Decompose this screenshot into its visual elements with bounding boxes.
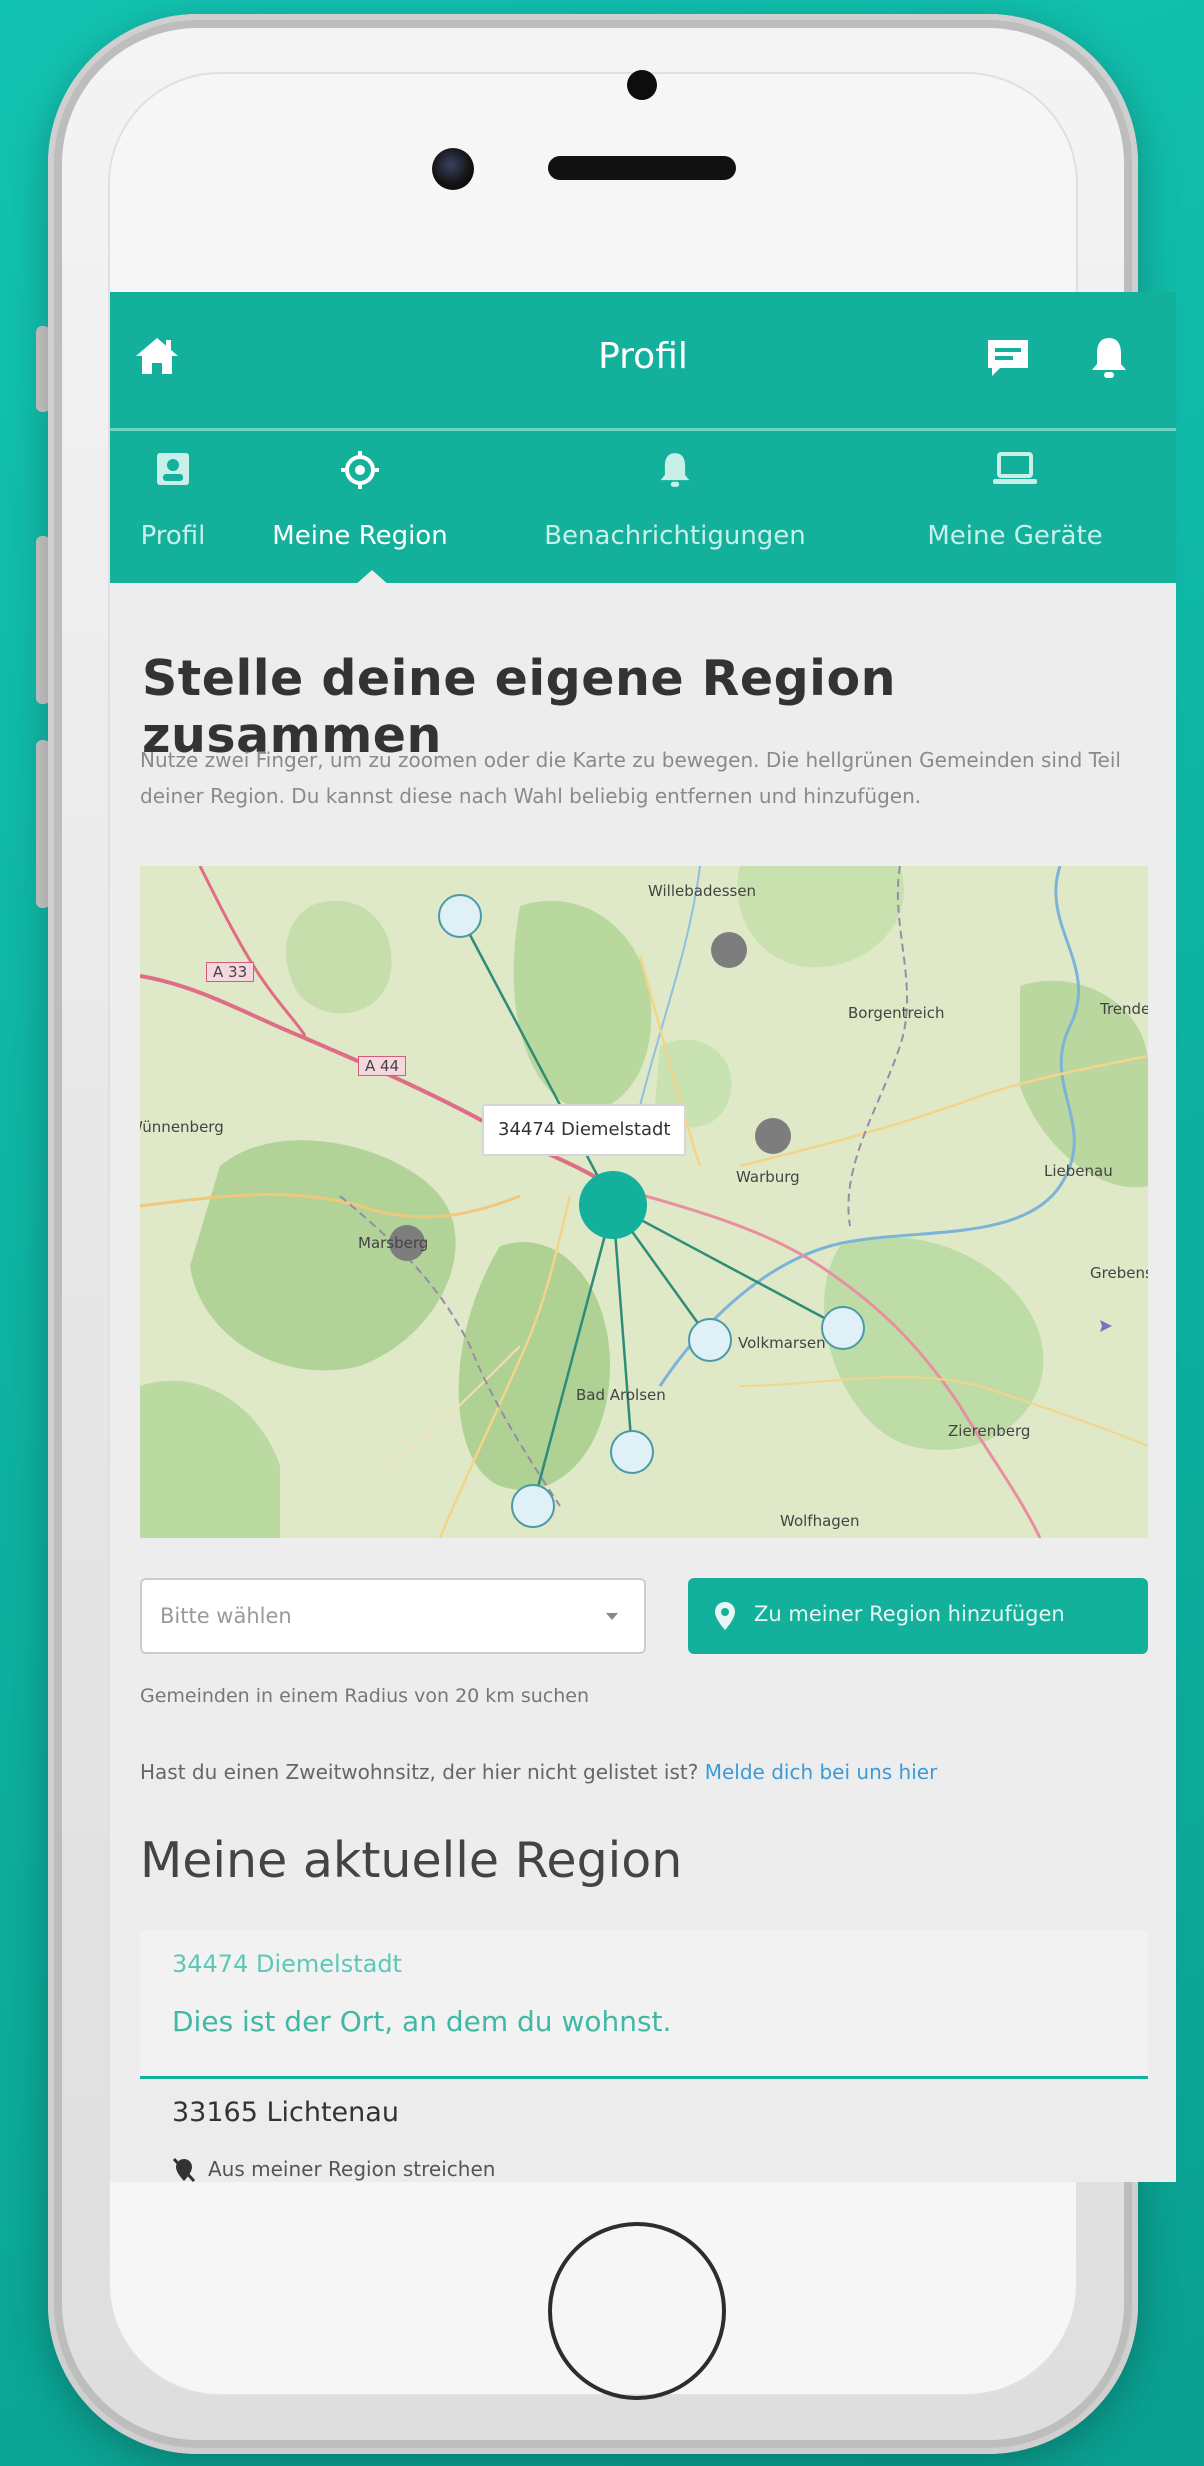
tab-meine-region-label: Meine Region [272,521,448,551]
second-home-text: Hast du einen Zweitwohnsitz, der hier ni… [140,1760,699,1784]
remove-label: Aus meiner Region streichen [208,2157,496,2181]
home-note: Dies ist der Ort, an dem du wohnst. [172,2005,672,2038]
home-button[interactable] [548,2222,726,2400]
municipality-select[interactable]: Bitte wählen [140,1578,646,1654]
chat-icon[interactable] [986,338,1030,382]
proximity-sensor [627,70,657,100]
list-item-home: 34474 Diemelstadt Dies ist der Ort, an d… [140,1930,1148,2079]
tab-profil[interactable]: Profil [110,431,236,583]
tab-bar: Profil Meine Region Benachrichtigungen M… [110,431,1176,583]
bell-icon [659,451,691,496]
map-place-label: Willebadessen [648,882,757,900]
tab-benachrichtigungen[interactable]: Benachrichtigungen [510,431,840,583]
map-place-label: Wolfhagen [780,1512,860,1530]
map-place-label: Borgentreich [848,1004,945,1022]
map-place-label: Warburg [736,1168,800,1186]
bell-icon[interactable] [1090,336,1128,384]
chevron-down-icon [606,1613,618,1620]
map-place-label: Volkmarsen [738,1334,826,1352]
tab-meine-geraete[interactable]: Meine Geräte [880,431,1150,583]
current-region-heading: Meine aktuelle Region [140,1832,683,1889]
home-municipality: 34474 Diemelstadt [172,1950,402,1978]
earpiece-speaker [548,156,736,180]
map-place-label: Marsberg [358,1234,429,1252]
app-screen: Profil Profil Meine Region Benachrichtig… [110,292,1176,2182]
region-map[interactable]: Willebadessen Borgentreich Warburg Marsb… [140,866,1148,1538]
add-button-label: Zu meiner Region hinzufügen [754,1602,1065,1626]
second-home-hint: Hast du einen Zweitwohnsitz, der hier ni… [140,1760,937,1784]
radius-hint: Gemeinden in einem Radius von 20 km such… [140,1685,589,1707]
map-place-label: Liebenau [1044,1162,1113,1180]
active-tab-indicator [354,570,390,586]
target-icon [341,451,379,496]
map-road-label: A 44 [358,1056,407,1076]
contact-link[interactable]: Melde dich bei uns hier [705,1760,938,1784]
tab-profil-label: Profil [140,521,206,551]
add-to-region-button[interactable]: Zu meiner Region hinzufügen [688,1578,1148,1654]
map-tooltip: 34474 Diemelstadt [482,1104,687,1156]
front-camera [432,148,474,190]
map-place-label: Grebenstein [1090,1264,1148,1282]
tab-benachrichtigungen-label: Benachrichtigungen [544,521,806,551]
select-placeholder: Bitte wählen [160,1604,292,1628]
map-place-label: Wünnenberg [140,1118,224,1136]
map-road-label: A 33 [206,962,255,982]
laptop-icon [993,451,1037,494]
top-bar: Profil [110,292,1176,428]
map-place-label: Bad Arolsen [576,1386,666,1404]
list-item: 33165 Lichtenau Aus meiner Region streic… [140,2079,1148,2182]
municipality-name: 33165 Lichtenau [172,2097,399,2128]
map-place-label: Zierenberg [948,1422,1031,1440]
remove-pin-icon [172,2157,196,2182]
tab-meine-region[interactable]: Meine Region [256,431,464,583]
map-place-label: Trendelburg [1100,1000,1148,1018]
map-pin-icon [714,1601,736,1636]
tab-meine-geraete-label: Meine Geräte [927,521,1103,551]
region-description: Nutze zwei Finger, um zu zoomen oder die… [140,748,1121,808]
profile-card-icon [155,451,191,494]
